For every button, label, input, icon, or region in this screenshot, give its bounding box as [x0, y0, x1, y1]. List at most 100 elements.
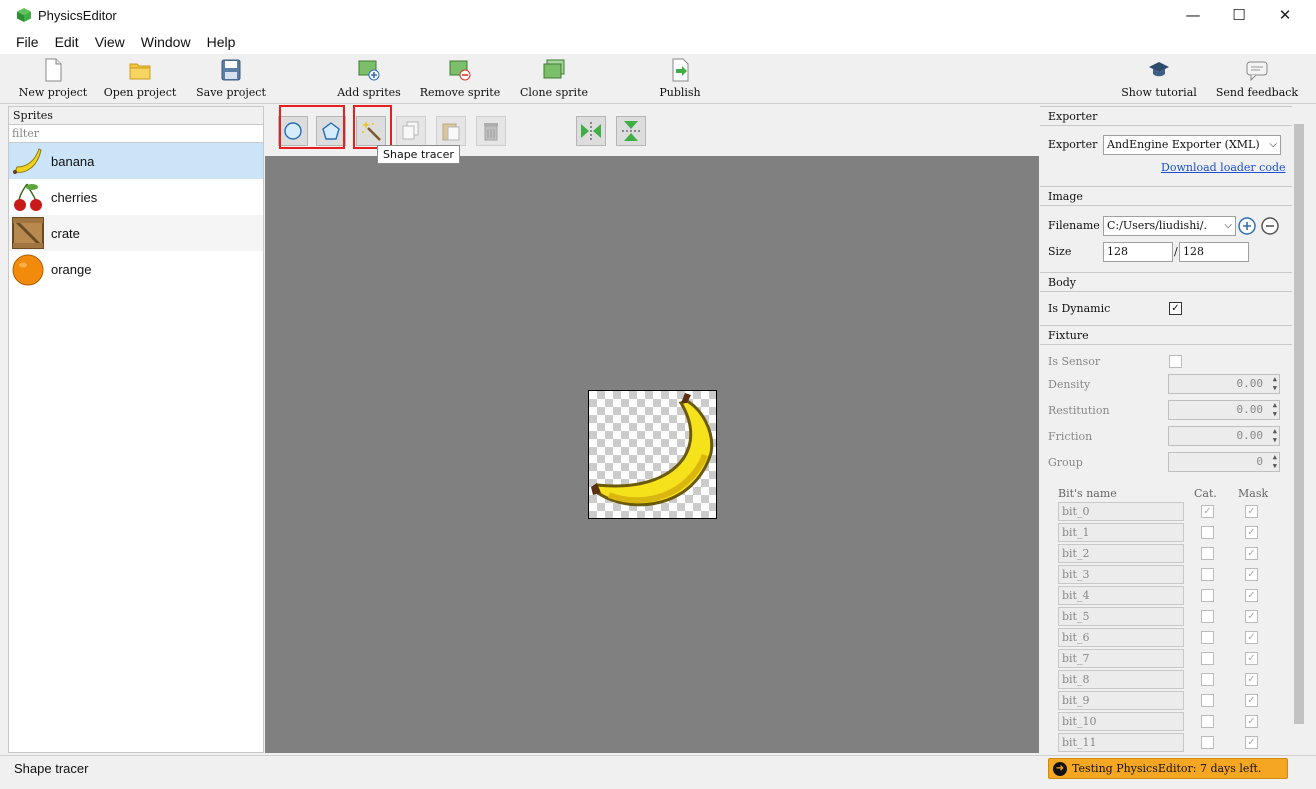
maximize-button[interactable]: ☐ — [1216, 0, 1262, 30]
trial-notice-button[interactable]: ➜ Testing PhysicsEditor: 7 days left. — [1048, 758, 1288, 779]
publish-button[interactable]: Publish — [655, 58, 705, 102]
menu-help[interactable]: Help — [199, 34, 244, 50]
scrollbar-thumb[interactable] — [1294, 124, 1304, 724]
bit-category-checkbox[interactable] — [1201, 631, 1214, 644]
bit-category-checkbox[interactable] — [1201, 589, 1214, 602]
add-sprites-button[interactable]: Add sprites — [333, 58, 405, 102]
height-input[interactable]: 128 — [1179, 242, 1249, 262]
bit-category-checkbox[interactable] — [1201, 547, 1214, 560]
new-project-button[interactable]: New project — [16, 58, 90, 102]
bit-mask-checkbox[interactable]: ✓ — [1245, 526, 1258, 539]
paste-fixture-button[interactable] — [436, 116, 466, 146]
is-dynamic-label: Is Dynamic — [1048, 302, 1111, 315]
sprite-item-crate[interactable]: crate — [9, 215, 263, 251]
bit-mask-checkbox[interactable]: ✓ — [1245, 505, 1258, 518]
bit-mask-checkbox[interactable]: ✓ — [1245, 715, 1258, 728]
density-spinbox[interactable]: 0.00 ▲ ▼ — [1168, 374, 1280, 394]
bit-mask-checkbox[interactable]: ✓ — [1245, 547, 1258, 560]
flip-horizontal-button[interactable] — [576, 116, 606, 146]
sprite-image-frame[interactable] — [588, 390, 717, 519]
add-file-icon[interactable] — [1238, 217, 1256, 235]
open-project-button[interactable]: Open project — [101, 58, 179, 102]
friction-spinbox[interactable]: 0.00 ▲ ▼ — [1168, 426, 1280, 446]
clone-sprite-button[interactable]: Clone sprite — [514, 58, 594, 102]
bit-category-checkbox[interactable] — [1201, 610, 1214, 623]
sprite-canvas[interactable] — [265, 156, 1039, 753]
arrow-right-icon: ➜ — [1053, 761, 1067, 776]
save-project-button[interactable]: Save project — [192, 58, 270, 102]
minimize-button[interactable]: — — [1170, 0, 1216, 30]
exporter-select[interactable]: AndEngine Exporter (XML) ⌵ — [1103, 135, 1281, 155]
bit-mask-checkbox[interactable]: ✓ — [1245, 589, 1258, 602]
sprite-item-banana[interactable]: banana — [9, 143, 263, 179]
menu-edit[interactable]: Edit — [47, 34, 87, 50]
bit-mask-checkbox[interactable]: ✓ — [1245, 652, 1258, 665]
bit-name-field[interactable]: bit_3 — [1058, 565, 1184, 584]
chevron-down-icon: ⌵ — [1224, 220, 1232, 231]
bit-mask-checkbox[interactable]: ✓ — [1245, 736, 1258, 749]
bit-row: bit_3 ✓ — [1058, 565, 1272, 585]
physicseditor-logo-icon — [17, 8, 31, 22]
group-spinbox[interactable]: 0 ▲ ▼ — [1168, 452, 1280, 472]
bit-category-checkbox[interactable] — [1201, 715, 1214, 728]
bit-mask-checkbox[interactable]: ✓ — [1245, 694, 1258, 707]
restitution-spinbox[interactable]: 0.00 ▲ ▼ — [1168, 400, 1280, 420]
bit-category-checkbox[interactable] — [1201, 673, 1214, 686]
restitution-label: Restitution — [1048, 404, 1110, 417]
remove-file-icon[interactable] — [1261, 217, 1279, 235]
bit-category-checkbox[interactable] — [1201, 736, 1214, 749]
bit-row: bit_6 ✓ — [1058, 628, 1272, 648]
properties-scrollbar[interactable] — [1292, 106, 1306, 753]
trash-icon — [484, 123, 498, 141]
menu-view[interactable]: View — [87, 34, 133, 50]
bit-mask-checkbox[interactable]: ✓ — [1245, 673, 1258, 686]
sprite-filter-input[interactable]: filter — [9, 125, 263, 143]
bit-name-field[interactable]: bit_9 — [1058, 691, 1184, 710]
bit-name-field[interactable]: bit_7 — [1058, 649, 1184, 668]
bit-category-checkbox[interactable] — [1201, 652, 1214, 665]
width-input[interactable]: 128 — [1103, 242, 1173, 262]
bit-mask-checkbox[interactable]: ✓ — [1245, 568, 1258, 581]
bit-name-field[interactable]: bit_11 — [1058, 733, 1184, 752]
highlight-box-shape-tracer — [353, 105, 392, 149]
bit-name-field[interactable]: bit_6 — [1058, 628, 1184, 647]
is-sensor-checkbox[interactable] — [1169, 355, 1182, 368]
close-button[interactable]: ✕ — [1262, 0, 1308, 30]
bit-name-field[interactable]: bit_1 — [1058, 523, 1184, 542]
bit-category-checkbox[interactable] — [1201, 694, 1214, 707]
download-loader-code-link[interactable]: Download loader code — [1161, 161, 1286, 174]
bit-category-checkbox[interactable]: ✓ — [1201, 505, 1214, 518]
bit-row: bit_8 ✓ — [1058, 670, 1272, 690]
show-tutorial-button[interactable]: Show tutorial — [1117, 58, 1201, 102]
bit-category-checkbox[interactable] — [1201, 526, 1214, 539]
send-feedback-button[interactable]: Send feedback — [1214, 58, 1300, 102]
bit-name-field[interactable]: bit_10 — [1058, 712, 1184, 731]
bit-name-field[interactable]: bit_4 — [1058, 586, 1184, 605]
flip-vertical-button[interactable] — [616, 116, 646, 146]
bit-name-field[interactable]: bit_0 — [1058, 502, 1184, 521]
menu-file[interactable]: File — [8, 34, 47, 50]
sprite-item-cherries[interactable]: cherries — [9, 179, 263, 215]
filename-select[interactable]: C:/Users/liudishi/. ⌵ — [1103, 216, 1236, 236]
menu-window[interactable]: Window — [133, 34, 199, 50]
is-dynamic-checkbox[interactable]: ✓ — [1169, 302, 1182, 315]
banana-icon — [13, 148, 42, 174]
bit-row: bit_2 ✓ — [1058, 544, 1272, 564]
highlight-box-shape-tools — [279, 105, 345, 149]
graduation-cap-icon — [1149, 62, 1169, 77]
flip-horizontal-icon — [581, 122, 601, 140]
bit-name-field[interactable]: bit_5 — [1058, 607, 1184, 626]
bit-mask-checkbox[interactable]: ✓ — [1245, 631, 1258, 644]
image-section-header: Image — [1040, 186, 1292, 206]
filename-label: Filename — [1048, 219, 1100, 232]
remove-sprite-button[interactable]: Remove sprite — [418, 58, 502, 102]
delete-fixture-button[interactable] — [476, 116, 506, 146]
bit-name-field[interactable]: bit_8 — [1058, 670, 1184, 689]
bit-mask-checkbox[interactable]: ✓ — [1245, 610, 1258, 623]
copy-fixture-button[interactable] — [396, 116, 426, 146]
bit-name-field[interactable]: bit_2 — [1058, 544, 1184, 563]
crate-icon — [12, 217, 44, 249]
sprite-item-orange[interactable]: orange — [9, 251, 263, 287]
bit-category-checkbox[interactable] — [1201, 568, 1214, 581]
spin-arrows-icon: ▲ ▼ — [1272, 427, 1277, 444]
